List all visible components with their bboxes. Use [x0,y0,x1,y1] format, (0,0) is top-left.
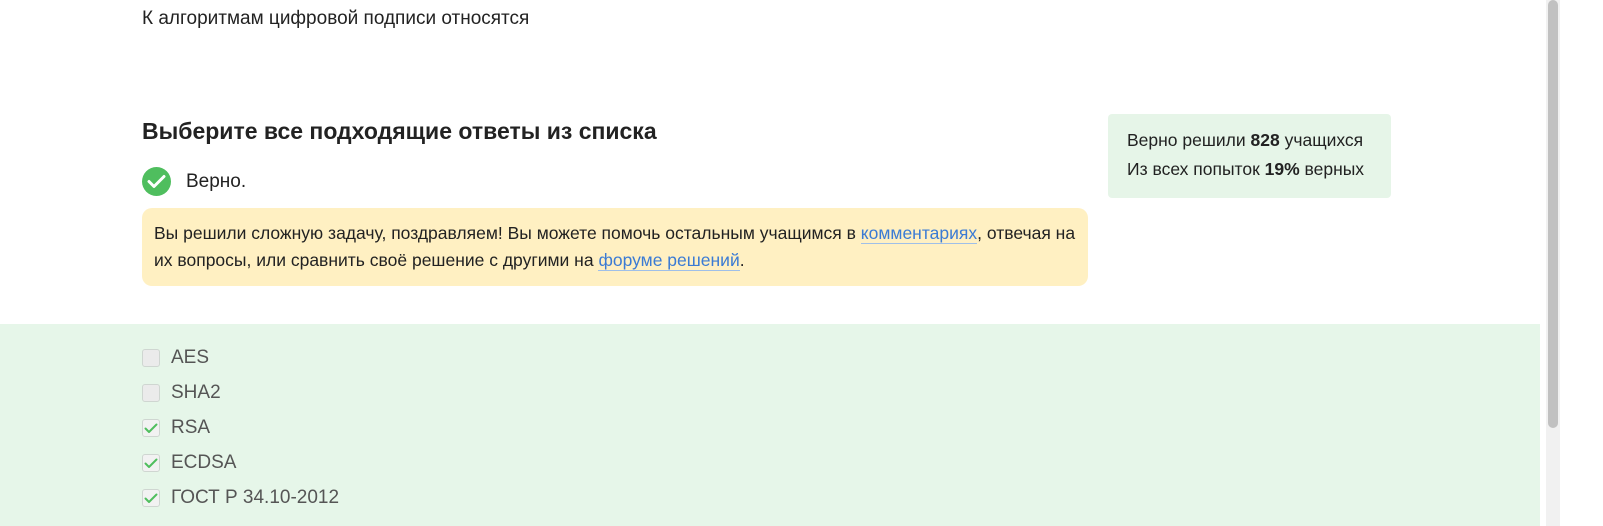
notice-text-after: . [739,250,745,270]
correct-percent: 19% [1264,159,1300,179]
stats-percent-suffix: верных [1299,159,1365,179]
solved-count: 828 [1250,130,1280,150]
option-gost[interactable]: ГОСТ Р 34.10-2012 [142,487,339,509]
option-ecdsa[interactable]: ECDSA [142,452,236,474]
checkbox-checked[interactable] [142,419,160,437]
notice-text-before: Вы решили сложную задачу, поздравляем! В… [154,223,861,243]
checkbox[interactable] [142,384,160,402]
stats-percent-prefix: Из всех попыток [1127,159,1265,179]
scrollbar-thumb[interactable] [1548,0,1558,428]
option-label: SHA2 [171,382,221,403]
comments-link[interactable]: комментариях [860,223,978,244]
checkbox-checked[interactable] [142,454,160,472]
stats-solved-line: Верно решили 828 учащихся [1127,126,1372,155]
result-status: Верно. [142,167,246,196]
stats-solved-suffix: учащихся [1279,130,1364,150]
checkmark-icon [144,493,158,503]
checkmark-icon [144,423,158,433]
stats-panel: Верно решили 828 учащихся Из всех попыто… [1108,114,1391,198]
checkmark-icon [144,458,158,468]
question-text: К алгоритмам цифровой подписи относятся [142,8,530,29]
check-circle-icon [142,167,171,196]
checkbox-checked[interactable] [142,489,160,507]
option-label: AES [171,347,210,368]
option-label: RSA [171,417,211,438]
forum-link[interactable]: форуме решений [598,250,740,271]
option-sha2[interactable]: SHA2 [142,382,221,404]
instruction-heading: Выберите все подходящие ответы из списка [142,118,657,144]
stats-percent-line: Из всех попыток 19% верных [1127,155,1372,184]
option-aes[interactable]: AES [142,347,209,369]
option-label: ГОСТ Р 34.10-2012 [171,487,340,508]
checkbox[interactable] [142,349,160,367]
option-rsa[interactable]: RSA [142,417,210,439]
option-label: ECDSA [171,452,237,473]
stats-solved-prefix: Верно решили [1127,130,1251,150]
status-text: Верно. [186,170,247,192]
success-notice: Вы решили сложную задачу, поздравляем! В… [142,208,1088,286]
page: К алгоритмам цифровой подписи относятся … [0,0,1603,526]
